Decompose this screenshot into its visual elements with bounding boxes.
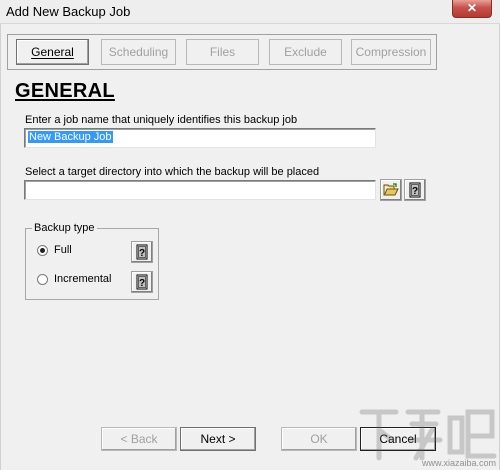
tab-compression[interactable]: Compression — [351, 39, 431, 65]
backup-type-legend: Backup type — [34, 222, 95, 234]
tab-files[interactable]: Files — [186, 39, 259, 65]
folder-open-icon — [383, 183, 399, 196]
tab-bar: General Scheduling Files Exclude Compres… — [7, 34, 437, 70]
incremental-radio-label[interactable]: Incremental — [54, 273, 111, 285]
full-radio-label[interactable]: Full — [54, 244, 72, 256]
job-name-input[interactable]: New Backup Job — [24, 128, 376, 148]
window-title: Add New Backup Job — [6, 4, 131, 19]
watermark-logo: www.xiazaiba.com — [359, 409, 497, 468]
watermark-url: www.xiazaiba.com — [421, 458, 496, 468]
full-help-button[interactable]: ? — [131, 241, 153, 263]
page-heading: GENERAL — [15, 80, 115, 102]
target-directory-input[interactable] — [24, 180, 376, 200]
browse-button[interactable] — [380, 179, 402, 201]
back-button[interactable]: < Back — [101, 427, 177, 451]
target-directory-label: Select a target directory into which the… — [25, 166, 320, 178]
target-directory-help-button[interactable]: ? — [404, 179, 426, 201]
job-name-label: Enter a job name that uniquely identifie… — [25, 114, 298, 126]
close-icon: ✕ — [466, 1, 478, 15]
full-radio[interactable] — [37, 245, 48, 256]
title-bar: Add New Backup Job ✕ — [0, 0, 500, 24]
tab-general[interactable]: General — [16, 39, 89, 65]
help-book-icon: ? — [409, 182, 421, 198]
next-button[interactable]: Next > — [180, 427, 256, 451]
tab-scheduling[interactable]: Scheduling — [101, 39, 176, 65]
job-name-value: New Backup Job — [28, 131, 113, 143]
close-button[interactable]: ✕ — [452, 0, 492, 18]
svg-text:?: ? — [412, 186, 418, 197]
incremental-radio[interactable] — [37, 274, 48, 285]
tab-exclude[interactable]: Exclude — [269, 39, 342, 65]
svg-text:?: ? — [139, 278, 145, 289]
incremental-help-button[interactable]: ? — [131, 271, 153, 293]
ok-button[interactable]: OK — [281, 427, 357, 451]
svg-text:?: ? — [139, 248, 145, 259]
help-book-icon: ? — [136, 274, 148, 290]
help-book-icon: ? — [136, 244, 148, 260]
